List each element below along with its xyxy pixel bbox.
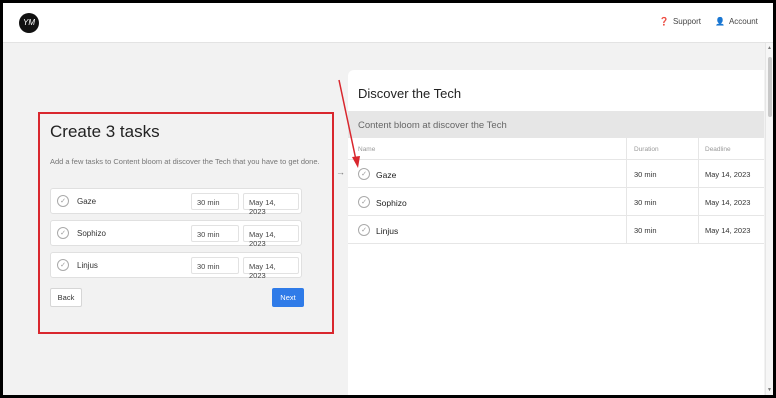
duration-input[interactable]: 30 min <box>191 257 239 274</box>
scrollbar[interactable]: ▲ ▼ <box>765 43 773 395</box>
row-duration: 30 min <box>634 198 657 207</box>
row-duration: 30 min <box>634 226 657 235</box>
check-circle-icon[interactable]: ✓ <box>57 227 69 239</box>
card-description: Add a few tasks to Content bloom at disc… <box>50 157 320 166</box>
row-deadline: May 14, 2023 <box>705 226 751 235</box>
back-button[interactable]: Back <box>50 288 82 307</box>
deadline-input[interactable]: May 14, 2023 <box>243 257 299 280</box>
check-circle-icon[interactable]: ✓ <box>57 195 69 207</box>
card-title: Create 3 tasks <box>50 122 160 141</box>
task-row: ✓ Linjus 30 min May 14, 2023 <box>50 252 302 280</box>
row-name: Sophizo <box>376 198 407 208</box>
check-circle-icon[interactable]: ✓ <box>358 168 370 180</box>
task-row: ✓ Sophizo 30 min May 14, 2023 <box>50 220 302 248</box>
duration-input[interactable]: 30 min <box>191 225 239 242</box>
section-title: Content bloom at discover the Tech <box>358 120 507 131</box>
help-circle-icon: ❓ <box>659 17 669 26</box>
top-bar: YM ❓ Support 👤 Account <box>3 3 773 43</box>
scroll-up-icon[interactable]: ▲ <box>767 45 772 51</box>
next-button[interactable]: Next <box>272 288 304 307</box>
row-name: Gaze <box>376 170 397 180</box>
preview-panel: Discover the Tech Content bloom at disco… <box>348 70 764 395</box>
row-name: Linjus <box>376 226 399 236</box>
check-circle-icon[interactable]: ✓ <box>57 259 69 271</box>
support-label: Support <box>672 17 701 26</box>
account-label: Account <box>728 17 758 26</box>
column-header-name: Name <box>358 146 376 153</box>
column-header-duration: Duration <box>634 146 659 153</box>
row-duration: 30 min <box>634 170 657 179</box>
table-row: ✓ Linjus 30 min May 14, 2023 <box>348 216 764 244</box>
duration-input[interactable]: 30 min <box>191 193 239 210</box>
app-window: YM ❓ Support 👤 Account ▲ ▼ Create 3 task… <box>3 3 773 395</box>
table-row: ✓ Sophizo 30 min May 14, 2023 <box>348 188 764 216</box>
check-circle-icon[interactable]: ✓ <box>358 224 370 236</box>
user-icon: 👤 <box>715 17 725 26</box>
task-row: ✓ Gaze 30 min May 14, 2023 <box>50 188 302 216</box>
column-divider <box>698 138 699 244</box>
task-name: Sophizo <box>77 229 106 238</box>
support-link[interactable]: ❓ Support <box>659 17 701 26</box>
row-deadline: May 14, 2023 <box>705 198 751 207</box>
deadline-input[interactable]: May 14, 2023 <box>243 225 299 248</box>
task-name: Linjus <box>77 261 98 270</box>
panel-title: Discover the Tech <box>358 86 462 101</box>
scroll-down-icon[interactable]: ▼ <box>767 387 772 393</box>
arrow-right-icon: → <box>336 167 345 177</box>
account-link[interactable]: 👤 Account <box>715 17 758 26</box>
table-row: ✓ Gaze 30 min May 14, 2023 <box>348 160 764 188</box>
deadline-input[interactable]: May 14, 2023 <box>243 193 299 216</box>
logo[interactable]: YM <box>19 13 39 33</box>
check-circle-icon[interactable]: ✓ <box>358 196 370 208</box>
scrollbar-thumb[interactable] <box>768 57 772 117</box>
section-header: Content bloom at discover the Tech <box>348 111 764 138</box>
column-header-deadline: Deadline <box>705 146 731 153</box>
create-tasks-card: Create 3 tasks Add a few tasks to Conten… <box>38 112 334 334</box>
task-name: Gaze <box>77 197 97 206</box>
table-header: Name Duration Deadline <box>348 138 764 160</box>
column-divider <box>626 138 627 244</box>
row-deadline: May 14, 2023 <box>705 170 751 179</box>
